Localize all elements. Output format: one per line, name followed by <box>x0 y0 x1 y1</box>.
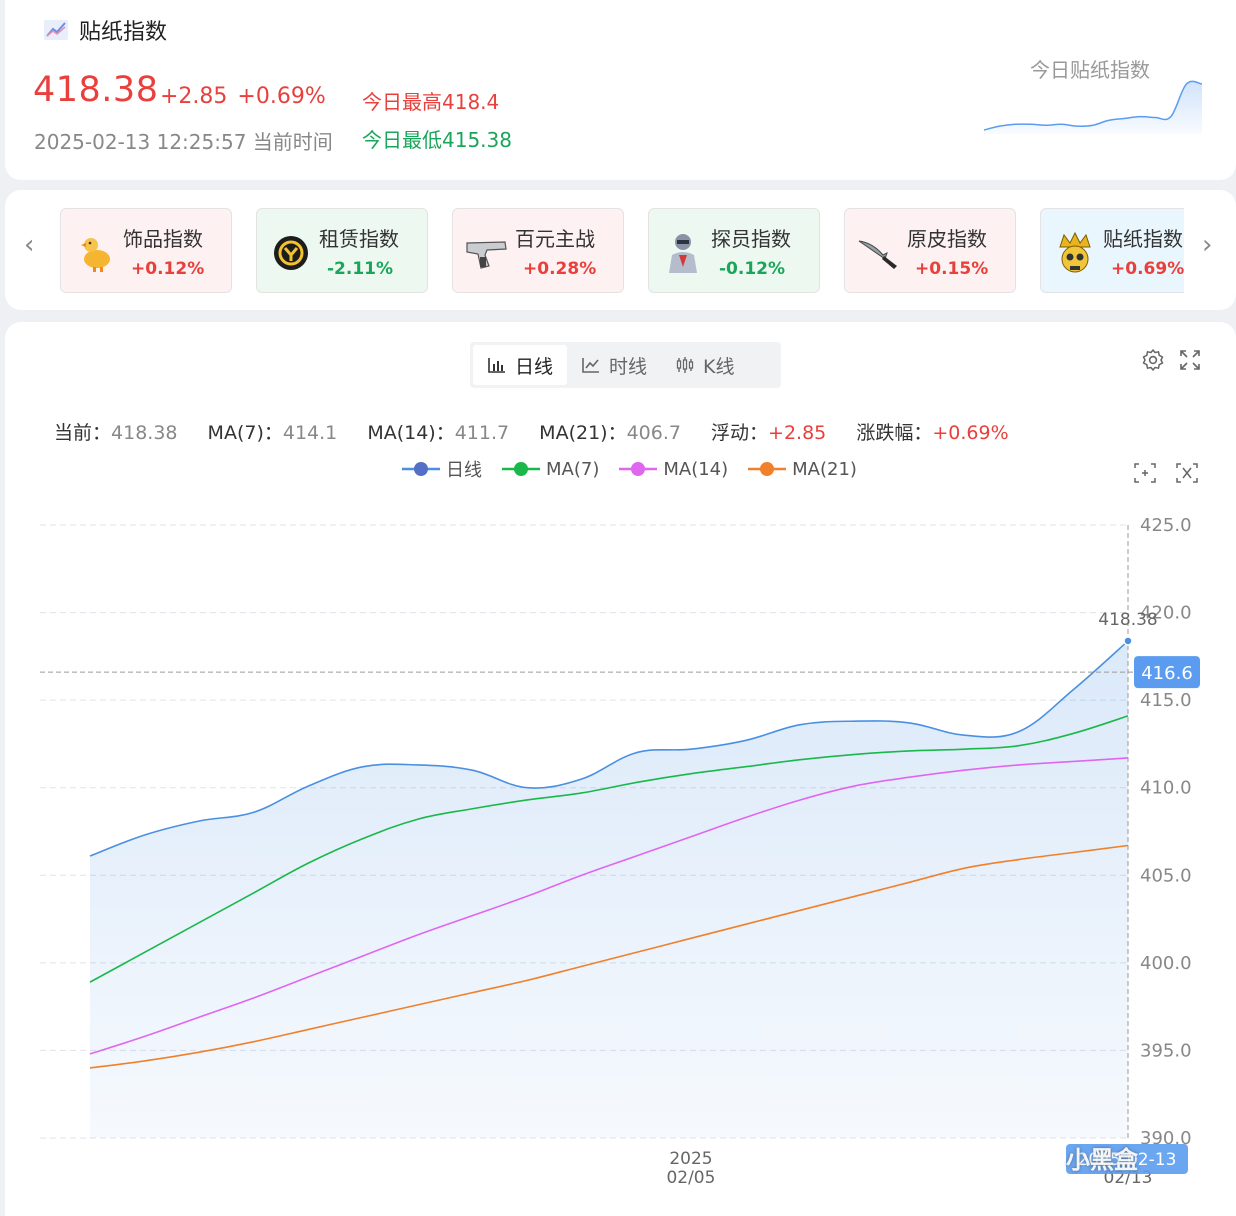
last-point-marker <box>1123 636 1133 646</box>
gear-icon[interactable] <box>1141 348 1165 372</box>
zoom-select-icon[interactable] <box>1133 462 1157 484</box>
current-time: 2025-02-13 12:25:57 当前时间 <box>34 130 333 154</box>
index-change: -2.11% <box>327 259 394 279</box>
legend-ma21-swatch <box>748 462 787 476</box>
index-name: 原皮指数 <box>907 227 987 251</box>
index-change: +0.12% <box>131 259 205 279</box>
bar-chart-icon <box>488 358 505 373</box>
y-tick-label: 410.0 <box>1140 778 1192 799</box>
legend-label: MA(21) <box>792 458 857 480</box>
agent-icon <box>661 231 705 275</box>
pct-value: +0.69% <box>932 422 1009 444</box>
period-tabs: 日线 时线 K线 <box>470 342 781 388</box>
expand-icon[interactable] <box>1178 348 1202 372</box>
tab-label: 日线 <box>515 355 554 378</box>
legend-ma14-swatch <box>619 462 658 476</box>
y-tick-label: 405.0 <box>1140 865 1192 886</box>
legend-ma7-swatch <box>502 462 540 476</box>
index-name: 探员指数 <box>711 227 791 251</box>
index-card-list: 饰品指数 +0.12% 租赁指数 -2.11% 百元主战 +0.28% 探员指数… <box>60 208 1184 293</box>
chevron-right-icon[interactable]: › <box>1202 232 1212 258</box>
chart-legend: 日线 MA(7) MA(14) MA(21) <box>402 456 857 482</box>
legend-daily[interactable]: 日线 <box>402 456 482 482</box>
index-line-chart[interactable]: 425.0420.0415.0410.0405.0400.0395.0390.0… <box>0 500 1236 1216</box>
index-change: +0.69% <box>1111 259 1184 279</box>
candlestick-icon <box>676 357 694 373</box>
coin-logo-icon <box>269 231 313 275</box>
legend-daily-swatch <box>402 462 440 476</box>
index-name: 贴纸指数 <box>1103 227 1183 251</box>
tab-daily[interactable]: 日线 <box>473 345 568 385</box>
index-card-accessory[interactable]: 饰品指数 +0.12% <box>60 208 232 293</box>
ma7-label: MA(7)： <box>207 422 283 444</box>
index-name: 百元主战 <box>515 227 595 251</box>
index-name: 租赁指数 <box>319 227 399 251</box>
index-carousel: 饰品指数 +0.12% 租赁指数 -2.11% 百元主战 +0.28% 探员指数… <box>60 208 1184 294</box>
zoom-reset-icon[interactable] <box>1175 462 1199 484</box>
legend-label: MA(14) <box>663 458 729 480</box>
tab-label: K线 <box>703 355 735 378</box>
legend-ma14[interactable]: MA(14) <box>619 456 728 482</box>
today-sparkline <box>983 80 1203 134</box>
line-chart-icon <box>582 358 600 373</box>
legend-label: 日线 <box>446 460 482 481</box>
index-card-vanilla[interactable]: 原皮指数 +0.15% <box>844 208 1016 293</box>
last-point-label: 418.38 <box>1098 610 1157 630</box>
y-tick-label: 425.0 <box>1140 515 1192 536</box>
today-high: 今日最高418.4 <box>362 90 500 114</box>
float-value: +2.85 <box>768 422 827 444</box>
knife-icon <box>857 231 901 275</box>
tab-label: 时线 <box>609 355 648 378</box>
x-tick-label: 2025 <box>669 1149 712 1169</box>
index-card-rental[interactable]: 租赁指数 -2.11% <box>256 208 428 293</box>
legend-label: MA(7) <box>546 458 600 480</box>
chevron-left-icon[interactable]: ‹ <box>24 232 34 258</box>
index-card-agent[interactable]: 探员指数 -0.12% <box>648 208 820 293</box>
current-label: 当前： <box>54 422 112 444</box>
change-abs: +2.85 <box>160 84 228 109</box>
current-value: 418.38 <box>111 422 178 444</box>
index-change: +0.15% <box>915 259 989 279</box>
ma7-value: 414.1 <box>282 422 338 444</box>
float-label: 浮动： <box>711 422 769 444</box>
today-low: 今日最低415.38 <box>362 128 512 152</box>
index-card-sticker[interactable]: 贴纸指数 +0.69% <box>1040 208 1184 293</box>
change-pct: +0.69% <box>237 84 326 109</box>
ma14-value: 411.7 <box>454 422 510 444</box>
legend-ma7[interactable]: MA(7) <box>502 456 599 482</box>
y-tick-label: 395.0 <box>1140 1040 1192 1061</box>
y-tick-label: 415.0 <box>1140 690 1192 711</box>
tab-kline[interactable]: K线 <box>661 345 748 385</box>
watermark: 小黑盒 <box>1066 1146 1138 1174</box>
index-name: 饰品指数 <box>123 227 203 251</box>
duck-icon <box>73 231 117 275</box>
crosshair-value: 416.6 <box>1141 663 1193 684</box>
price-change: +2.85 +0.69% <box>160 84 336 109</box>
pistol-icon <box>465 231 509 275</box>
x-tick-label: 02/05 <box>666 1168 715 1188</box>
index-change: -0.12% <box>719 259 786 279</box>
trend-chart-icon <box>44 20 68 40</box>
legend-ma21[interactable]: MA(21) <box>748 456 857 482</box>
crown-skull-icon <box>1053 231 1097 275</box>
y-tick-label: 400.0 <box>1140 953 1192 974</box>
daily-area <box>90 640 1128 1138</box>
current-price: 418.38 <box>33 70 159 110</box>
stats-row: 当前：418.38 MA(7)：414.1 MA(14)：411.7 MA(21… <box>54 418 1033 445</box>
sparkline-area <box>984 81 1202 134</box>
index-card-rifle[interactable]: 百元主战 +0.28% <box>452 208 624 293</box>
index-change: +0.28% <box>523 259 597 279</box>
ma21-label: MA(21)： <box>539 422 627 444</box>
ma21-value: 406.7 <box>626 422 681 444</box>
pct-label: 涨跌幅： <box>856 422 933 444</box>
tab-hourly[interactable]: 时线 <box>567 345 661 385</box>
ma14-label: MA(14)： <box>367 422 455 444</box>
title-row: 贴纸指数 <box>43 14 167 46</box>
page-title: 贴纸指数 <box>79 20 168 45</box>
